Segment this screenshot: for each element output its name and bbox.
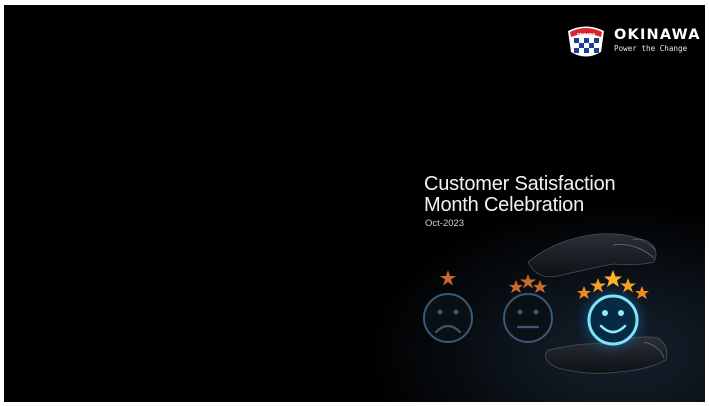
okinawa-emblem-icon: OKINAWA (568, 26, 604, 57)
brand-tagline: Power the Change (614, 44, 688, 53)
emblem-text: OKINAWA (577, 32, 596, 36)
sad-face-icon (423, 293, 473, 343)
slide-frame: OKINAWA OKINAWA Power the Change Custome… (4, 5, 705, 402)
star-icon (520, 274, 536, 289)
three-star-rating (509, 274, 547, 293)
star-icon (440, 270, 456, 286)
upper-hand (527, 233, 657, 278)
one-star-rating (440, 270, 456, 286)
star-icon (533, 280, 547, 293)
title-line-2: Month Celebration (424, 194, 585, 216)
star-icon (509, 280, 523, 293)
neutral-face-icon (503, 293, 553, 343)
brand-logo: OKINAWA OKINAWA Power the Change (565, 23, 700, 61)
title-line-1: Customer Satisfaction (424, 173, 616, 195)
brand-name: OKINAWA (614, 27, 701, 43)
happy-face-icon (587, 294, 639, 346)
satisfaction-illustration (423, 233, 668, 374)
slide-title: Customer Satisfaction Month Celebration (424, 173, 616, 216)
